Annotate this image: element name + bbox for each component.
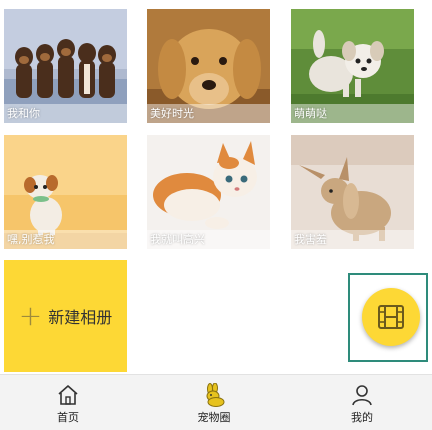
nav-item-home[interactable]: 首页	[28, 375, 108, 430]
person-icon	[352, 385, 372, 406]
video-fab-button[interactable]	[362, 288, 420, 346]
album-caption: 嘿,别惹我	[4, 230, 127, 249]
nav-item-pet-circle[interactable]: 宠物圈	[174, 375, 254, 430]
album-tile-4[interactable]: 嘿,别惹我	[4, 135, 127, 249]
fab-highlight-frame	[348, 273, 428, 362]
new-album-label: 新建相册	[48, 308, 113, 327]
nav-label-home: 首页	[57, 411, 79, 424]
album-caption: 我害羞	[291, 230, 414, 249]
album-tile-2[interactable]: 美好时光	[147, 9, 270, 123]
album-tile-5[interactable]: 我就叫高兴	[147, 135, 270, 249]
album-tile-6[interactable]: 我害羞	[291, 135, 414, 249]
album-caption: 美好时光	[147, 104, 270, 123]
album-caption: 萌萌哒	[291, 104, 414, 123]
new-album-button[interactable]: + 新建相册	[4, 260, 127, 372]
nav-label-pet-circle: 宠物圈	[197, 411, 231, 424]
bottom-navigation: 首页 宠物圈 我的	[0, 374, 432, 430]
album-caption: 我就叫高兴	[147, 230, 270, 249]
album-caption: 我和你	[4, 104, 127, 123]
nav-item-mine[interactable]: 我的	[322, 375, 402, 430]
album-tile-3[interactable]: 萌萌哒	[291, 9, 414, 123]
rabbit-icon	[206, 383, 225, 407]
plus-icon: +	[18, 299, 43, 332]
album-tile-1[interactable]: 我和你	[4, 9, 127, 123]
nav-label-mine: 我的	[351, 411, 373, 424]
film-icon	[378, 305, 404, 329]
home-icon	[58, 385, 78, 405]
